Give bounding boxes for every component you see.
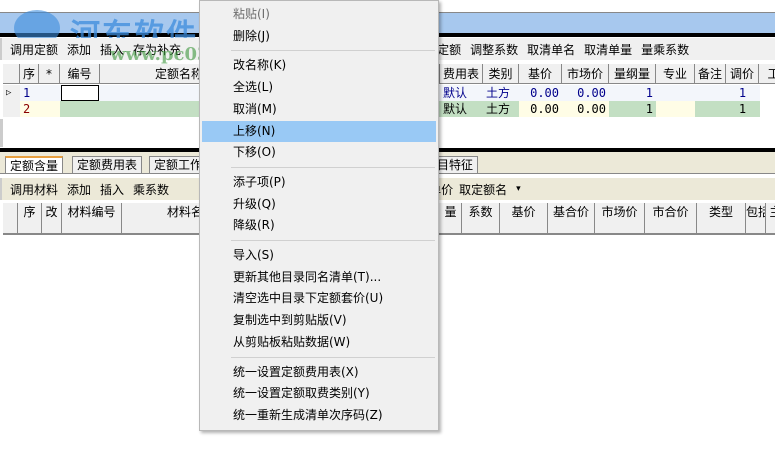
column-header[interactable]: 编号 [60, 64, 100, 84]
column-header[interactable]: 序 [18, 203, 42, 235]
menu-item[interactable]: 上移(N) [202, 120, 436, 142]
column-header[interactable]: 基价 [500, 203, 548, 235]
menu-item[interactable]: 删除(J) [202, 26, 436, 47]
column-header[interactable]: 调价 [726, 64, 759, 84]
menu-item[interactable]: 复制选中到剪贴版(V) [202, 310, 436, 331]
toolbar-button[interactable]: 取清单量 [584, 41, 632, 58]
toolbar-button[interactable]: 添加 [67, 41, 91, 58]
column-header[interactable]: 市合价 [645, 203, 697, 235]
column-header[interactable]: 市场价 [562, 64, 609, 84]
menu-item[interactable]: 更新其他目录同名清单(T)... [202, 267, 436, 288]
menu-item[interactable]: 清空选中目录下定额套价(U) [202, 288, 436, 309]
menu-separator [231, 240, 435, 241]
toolbar-button[interactable]: 乘系数 [133, 181, 169, 198]
cell-category: 土方 [486, 102, 511, 116]
menu-item[interactable]: 全选(L) [202, 77, 436, 98]
toolbar-button[interactable]: 调整系数 [470, 41, 518, 58]
menu-item[interactable]: 统一重新生成清单次序码(Z) [202, 405, 436, 426]
cell-base-price: 0.00 [519, 101, 562, 117]
cell-qty: 1 [645, 102, 653, 116]
menu-separator [231, 356, 435, 358]
column-header[interactable]: 系数 [462, 203, 500, 235]
column-header[interactable]: 量 [440, 203, 462, 235]
column-header[interactable]: 专业 [656, 64, 695, 84]
cell-fee-table: 默认 [443, 86, 468, 100]
column-header[interactable]: 基合价 [548, 203, 595, 235]
toolbar-button[interactable]: 插入 [100, 181, 124, 198]
cell-market-price: 0.00 [577, 86, 606, 100]
column-header[interactable]: 主 [766, 203, 775, 235]
cell-base-price: 0.00 [530, 86, 559, 100]
menu-item[interactable]: 降级(R) [202, 215, 436, 236]
menu-item[interactable]: 升级(Q) [202, 194, 436, 215]
column-header[interactable]: 类型 [697, 203, 746, 235]
cell-fee-table: 默认 [443, 102, 468, 116]
menu-item[interactable]: 取消(M) [202, 99, 436, 120]
menu-item[interactable]: 导入(S) [202, 245, 436, 266]
cell-seq: 2 [20, 101, 39, 117]
context-menu: 粘贴(I) 删除(J) 改名称(K) 全选(L) 取消(M) 上移(N) 下移(O) 添子项(… [199, 0, 439, 431]
column-header[interactable]: 备注 [695, 64, 726, 84]
menu-item[interactable]: 统一设置定额费用表(X) [202, 362, 436, 383]
column-header[interactable]: * [39, 64, 60, 84]
column-header[interactable]: 序 [20, 64, 39, 84]
toolbar-button[interactable]: 调用材料 [10, 181, 58, 198]
column-header[interactable]: 类别 [483, 64, 519, 84]
column-header[interactable]: 改 [42, 203, 62, 235]
cell-adjust: 1 [738, 86, 747, 100]
menu-item[interactable]: 下移(O) [202, 142, 436, 163]
cell-qty: 1 [645, 86, 653, 100]
toolbar-button[interactable]: 添加 [67, 181, 91, 198]
cell-seq: 1 [23, 86, 31, 100]
cell-adjust: 1 [738, 102, 747, 116]
menu-item[interactable]: 统一设置定额取费类别(Y) [202, 383, 436, 404]
toolbar-button[interactable]: 取清单名 [527, 41, 575, 58]
column-header[interactable]: 包括 [746, 203, 766, 235]
toolbar-button[interactable]: 调用定额 [10, 41, 58, 58]
menu-separator [231, 50, 435, 52]
column-header[interactable]: 工 [759, 64, 775, 84]
column-header[interactable]: 费用表 [440, 64, 483, 84]
tab-quota-content[interactable]: 定额含量 [5, 156, 64, 173]
row-pointer-icon: ▷ [3, 85, 20, 101]
code-input[interactable] [61, 85, 99, 101]
menu-item[interactable]: 粘贴(I) [202, 4, 436, 25]
menu-item[interactable]: 改名称(K) [202, 55, 436, 76]
menu-separator [231, 166, 435, 168]
column-header[interactable]: 量纲量 [609, 64, 656, 84]
more-chevron-icon[interactable]: ▾ [516, 184, 521, 194]
column-header[interactable]: 材料编号 [62, 203, 122, 235]
toolbar-button[interactable]: 取定额名 [459, 181, 507, 198]
column-header[interactable]: 基价 [519, 64, 562, 84]
toolbar-button[interactable]: 量乘系数 [641, 41, 689, 58]
menu-item[interactable]: 从剪贴板粘贴数据(W) [202, 332, 436, 353]
cell-market-price: 0.00 [562, 101, 609, 117]
cell-category: 土方 [486, 86, 511, 100]
tab-quota-fee-table[interactable]: 定额费用表 [72, 156, 143, 173]
column-header[interactable]: 市场价 [595, 203, 645, 235]
menu-item[interactable]: 添子项(P) [202, 172, 436, 193]
